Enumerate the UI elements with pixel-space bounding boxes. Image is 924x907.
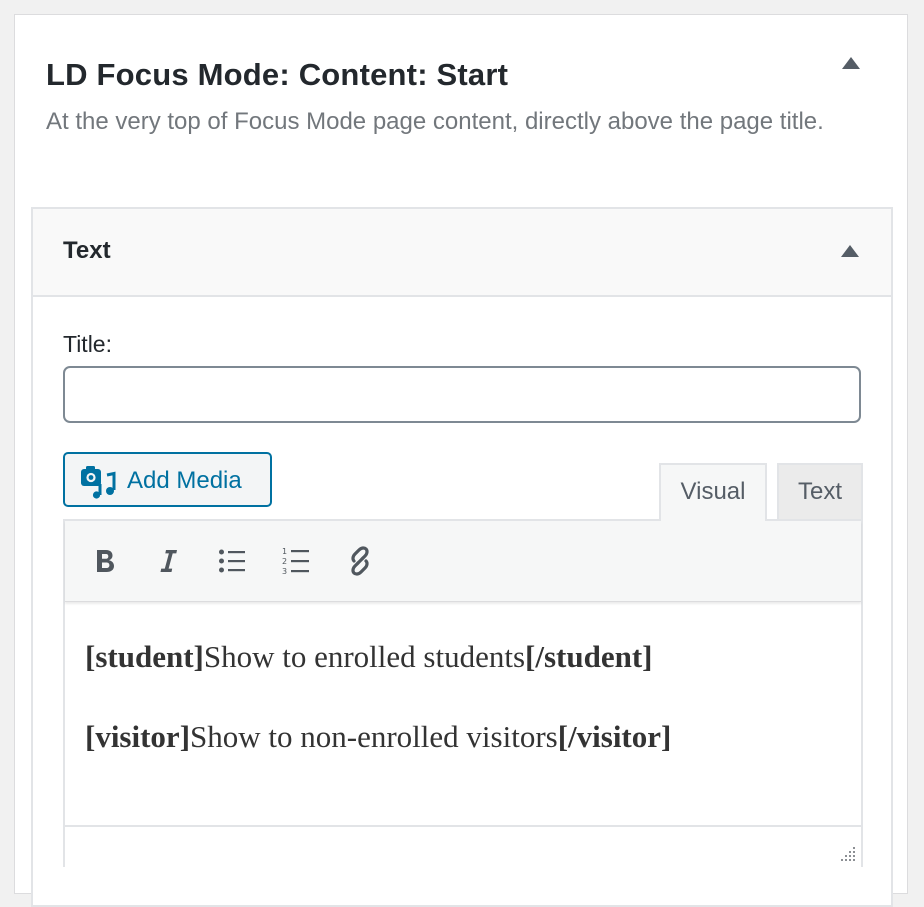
italic-button[interactable] xyxy=(148,541,188,581)
editor-statusbar xyxy=(65,825,861,867)
add-media-button[interactable]: Add Media xyxy=(63,452,272,507)
bullet-list-icon xyxy=(219,549,245,573)
numbered-list-button[interactable]: 1 2 3 xyxy=(276,541,316,581)
text-widget: Text Title: Add Media Visual Text 1 2 3 … xyxy=(31,207,893,907)
content-line-visitor[interactable]: [visitor]Show to non-enrolled visitors[/… xyxy=(85,719,671,755)
rich-text-editor[interactable]: 1 2 3 [student]Show to enrolled students… xyxy=(63,519,863,867)
content-text: Show to enrolled students xyxy=(203,639,526,674)
bold-icon xyxy=(97,550,114,572)
link-icon xyxy=(351,546,369,576)
content-text: Show to non-enrolled visitors xyxy=(190,719,558,754)
link-button[interactable] xyxy=(340,541,380,581)
widget-area-panel: LD Focus Mode: Content: Start At the ver… xyxy=(14,14,908,907)
widget-area-description: At the very top of Focus Mode page conte… xyxy=(46,108,824,135)
bold-button[interactable] xyxy=(85,541,125,581)
add-media-label: Add Media xyxy=(127,467,242,494)
tab-text[interactable]: Text xyxy=(777,463,863,520)
bullet-list-button[interactable] xyxy=(212,541,252,581)
widget-title: Text xyxy=(63,237,111,264)
content-line-student[interactable]: [student]Show to enrolled students[/stud… xyxy=(85,639,652,675)
resize-handle-icon[interactable] xyxy=(837,843,857,863)
title-input[interactable] xyxy=(63,366,861,423)
svg-text:2: 2 xyxy=(282,557,287,566)
title-field-label: Title: xyxy=(63,331,112,357)
editor-toolbar: 1 2 3 xyxy=(65,521,861,602)
shortcode-open: [visitor] xyxy=(85,719,191,754)
widget-header[interactable]: Text xyxy=(33,209,891,297)
svg-text:1: 1 xyxy=(282,547,287,556)
numbered-list-icon: 1 2 3 xyxy=(282,547,309,576)
widget-area-title[interactable]: LD Focus Mode: Content: Start xyxy=(46,57,508,93)
media-icon xyxy=(81,466,116,499)
tab-visual[interactable]: Visual xyxy=(659,463,767,521)
shortcode-close: [/student] xyxy=(525,639,653,674)
italic-icon xyxy=(160,550,177,572)
widget-collapse-arrow-icon[interactable] xyxy=(841,245,859,257)
shortcode-open: [student] xyxy=(85,639,204,674)
collapse-arrow-icon[interactable] xyxy=(842,57,860,69)
svg-text:3: 3 xyxy=(282,567,287,576)
shortcode-close: [/visitor] xyxy=(557,719,672,754)
